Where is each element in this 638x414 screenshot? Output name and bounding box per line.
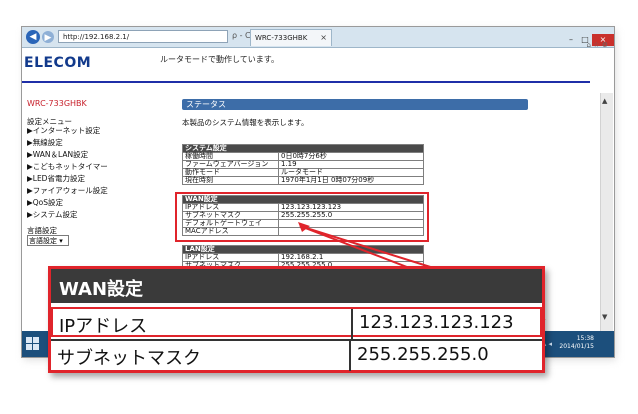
zoom-ip-label: IPアドレス <box>59 316 148 337</box>
zoom-subnet-label: サブネットマスク <box>57 348 201 369</box>
zoom-heading: WAN設定 <box>59 279 144 300</box>
zoom-header: WAN設定 <box>51 269 542 303</box>
zoom-row-subnet: サブネットマスク 255.255.255.0 <box>51 339 542 371</box>
wan-zoom-callout: WAN設定 IPアドレス 123.123.123.123 サブネットマスク 25… <box>48 266 545 373</box>
zoom-row-ip: IPアドレス 123.123.123.123 <box>51 307 542 339</box>
zoom-ip-value: 123.123.123.123 <box>359 312 514 333</box>
zoom-subnet-value: 255.255.255.0 <box>357 344 489 365</box>
zoom-divider <box>351 309 353 339</box>
zoom-divider <box>349 341 351 371</box>
